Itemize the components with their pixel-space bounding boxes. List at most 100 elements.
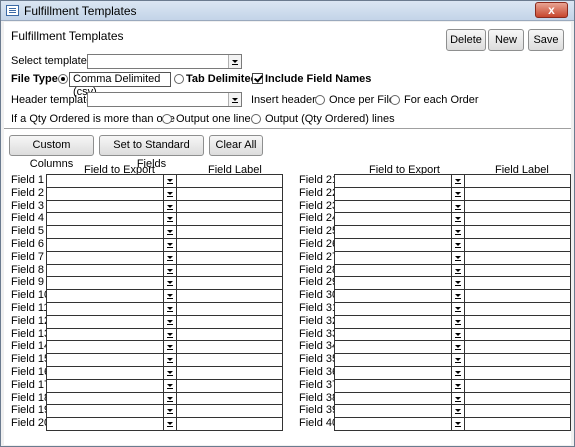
field-label-input[interactable]: [177, 276, 283, 289]
chevron-down-icon[interactable]: [451, 380, 464, 392]
field-to-export-dropdown[interactable]: [46, 289, 177, 302]
radio-comma-delimited[interactable]: [58, 74, 68, 84]
field-to-export-dropdown[interactable]: [334, 238, 465, 251]
field-to-export-dropdown[interactable]: [334, 212, 465, 225]
field-to-export-dropdown[interactable]: [46, 238, 177, 251]
field-label-input[interactable]: [465, 276, 571, 289]
field-label-input[interactable]: [177, 212, 283, 225]
chevron-down-icon[interactable]: [451, 303, 464, 315]
field-to-export-dropdown[interactable]: [46, 174, 177, 187]
chevron-down-icon[interactable]: [451, 213, 464, 225]
field-to-export-dropdown[interactable]: [334, 251, 465, 264]
field-to-export-dropdown[interactable]: [334, 289, 465, 302]
field-label-input[interactable]: [465, 340, 571, 353]
field-to-export-dropdown[interactable]: [46, 353, 177, 366]
field-to-export-dropdown[interactable]: [334, 340, 465, 353]
field-to-export-dropdown[interactable]: [334, 225, 465, 238]
clear-all-button[interactable]: Clear All: [209, 135, 263, 156]
chevron-down-icon[interactable]: [451, 226, 464, 238]
field-to-export-dropdown[interactable]: [334, 187, 465, 200]
field-label-input[interactable]: [177, 417, 283, 431]
chevron-down-icon[interactable]: [163, 303, 176, 315]
field-to-export-dropdown[interactable]: [46, 404, 177, 417]
set-standard-fields-button[interactable]: Set to Standard Fields: [99, 135, 204, 170]
chevron-down-icon[interactable]: [451, 341, 464, 353]
chevron-down-icon[interactable]: [163, 341, 176, 353]
field-label-input[interactable]: [465, 366, 571, 379]
chevron-down-icon[interactable]: [163, 175, 176, 187]
chevron-down-icon[interactable]: [163, 316, 176, 328]
field-to-export-dropdown[interactable]: [46, 276, 177, 289]
radio-tab-delimited[interactable]: [174, 74, 184, 84]
field-label-input[interactable]: [177, 187, 283, 200]
chevron-down-icon[interactable]: [163, 226, 176, 238]
field-label-input[interactable]: [177, 251, 283, 264]
chevron-down-icon[interactable]: [163, 277, 176, 289]
chevron-down-icon[interactable]: [451, 316, 464, 328]
include-field-names-checkbox[interactable]: [252, 73, 263, 84]
chevron-down-icon[interactable]: [163, 188, 176, 200]
field-label-input[interactable]: [465, 417, 571, 431]
chevron-down-icon[interactable]: [451, 354, 464, 366]
chevron-down-icon[interactable]: [163, 213, 176, 225]
field-label-input[interactable]: [465, 212, 571, 225]
field-to-export-dropdown[interactable]: [46, 366, 177, 379]
chevron-down-icon[interactable]: [451, 418, 464, 430]
field-label-input[interactable]: [465, 174, 571, 187]
chevron-down-icon[interactable]: [163, 239, 176, 251]
new-button[interactable]: New: [488, 29, 524, 51]
close-button[interactable]: x: [535, 2, 568, 18]
chevron-down-icon[interactable]: [163, 367, 176, 379]
field-label-input[interactable]: [465, 353, 571, 366]
select-template-dropdown[interactable]: [87, 54, 242, 69]
chevron-down-icon[interactable]: [163, 290, 176, 302]
field-label-input[interactable]: [465, 238, 571, 251]
field-to-export-dropdown[interactable]: [334, 353, 465, 366]
field-to-export-dropdown[interactable]: [46, 315, 177, 328]
field-to-export-dropdown[interactable]: [334, 366, 465, 379]
radio-output-qty-lines[interactable]: [251, 114, 261, 124]
field-to-export-dropdown[interactable]: [334, 417, 465, 431]
chevron-down-icon[interactable]: [163, 252, 176, 264]
field-label-input[interactable]: [177, 404, 283, 417]
custom-columns-button[interactable]: Custom Columns: [9, 135, 94, 170]
chevron-down-icon[interactable]: [451, 405, 464, 417]
field-to-export-dropdown[interactable]: [46, 340, 177, 353]
field-label-input[interactable]: [465, 187, 571, 200]
field-label-input[interactable]: [177, 379, 283, 392]
chevron-down-icon[interactable]: [451, 188, 464, 200]
chevron-down-icon[interactable]: [451, 239, 464, 251]
field-to-export-dropdown[interactable]: [46, 379, 177, 392]
field-to-export-dropdown[interactable]: [334, 302, 465, 315]
chevron-down-icon[interactable]: [163, 405, 176, 417]
radio-output-one-line[interactable]: [162, 114, 172, 124]
field-to-export-dropdown[interactable]: [334, 379, 465, 392]
chevron-down-icon[interactable]: [451, 175, 464, 187]
field-label-input[interactable]: [465, 315, 571, 328]
save-button[interactable]: Save: [528, 29, 564, 51]
chevron-down-icon[interactable]: [451, 252, 464, 264]
field-label-input[interactable]: [177, 289, 283, 302]
chevron-down-icon[interactable]: [228, 55, 241, 68]
chevron-down-icon[interactable]: [451, 290, 464, 302]
radio-for-each-order[interactable]: [390, 95, 400, 105]
field-to-export-dropdown[interactable]: [46, 187, 177, 200]
field-to-export-dropdown[interactable]: [334, 315, 465, 328]
radio-once-per-file[interactable]: [315, 95, 325, 105]
field-to-export-dropdown[interactable]: [46, 251, 177, 264]
field-label-input[interactable]: [177, 353, 283, 366]
field-label-input[interactable]: [177, 302, 283, 315]
field-label-input[interactable]: [465, 302, 571, 315]
field-label-input[interactable]: [465, 404, 571, 417]
chevron-down-icon[interactable]: [451, 277, 464, 289]
field-label-input[interactable]: [465, 251, 571, 264]
field-to-export-dropdown[interactable]: [46, 212, 177, 225]
field-to-export-dropdown[interactable]: [46, 417, 177, 431]
chevron-down-icon[interactable]: [163, 354, 176, 366]
field-to-export-dropdown[interactable]: [46, 302, 177, 315]
field-to-export-dropdown[interactable]: [334, 276, 465, 289]
field-label-input[interactable]: [465, 289, 571, 302]
field-label-input[interactable]: [177, 340, 283, 353]
field-to-export-dropdown[interactable]: [334, 174, 465, 187]
chevron-down-icon[interactable]: [451, 367, 464, 379]
